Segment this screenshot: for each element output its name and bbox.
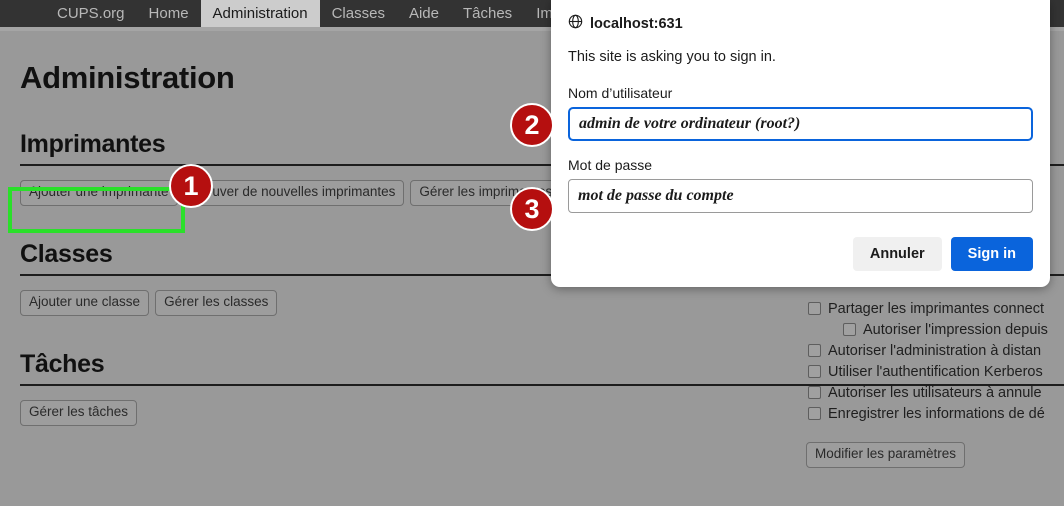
annotation-badge-2: 2	[510, 103, 554, 147]
manage-classes-button[interactable]: Gérer les classes	[155, 289, 278, 316]
globe-icon	[568, 14, 583, 33]
dialog-origin-label: localhost:631	[590, 15, 683, 32]
annotation-badge-3: 3	[510, 187, 554, 231]
checkbox-icon[interactable]	[843, 323, 856, 336]
nav-item-home[interactable]: Home	[137, 0, 201, 27]
nav-item-taches[interactable]: Tâches	[451, 0, 524, 27]
change-settings-button[interactable]: Modifier les paramètres	[806, 442, 966, 468]
cancel-button[interactable]: Annuler	[852, 237, 942, 271]
nav-item-label: Tâches	[462, 5, 513, 22]
signin-dialog: localhost:631 This site is asking you to…	[551, 0, 1050, 287]
checkbox-label: Autoriser les utilisateurs à annule	[828, 384, 1042, 401]
checkbox-icon[interactable]	[808, 386, 821, 399]
nav-item-administration[interactable]: Administration	[200, 0, 320, 27]
dialog-origin: localhost:631	[568, 14, 1033, 33]
checkbox-icon[interactable]	[808, 365, 821, 378]
checkbox-row-users-cancel-jobs[interactable]: Autoriser les utilisateurs à annule	[808, 382, 1064, 403]
checkbox-icon[interactable]	[808, 344, 821, 357]
dialog-prompt-text: This site is asking you to sign in.	[568, 49, 776, 65]
nav-item-label: Home	[148, 5, 189, 22]
checkbox-label: Autoriser l'administration à distan	[828, 342, 1042, 359]
annotation-badge-1: 1	[169, 164, 213, 208]
checkbox-label: Utiliser l'authentification Kerberos	[828, 363, 1043, 380]
add-printer-button[interactable]: Ajouter une imprimante	[20, 180, 178, 206]
nav-item-label: Aide	[408, 5, 439, 22]
password-input[interactable]	[568, 179, 1033, 213]
checkbox-label: Autoriser l'impression depuis	[863, 321, 1048, 338]
nav-item-label: Administration	[212, 5, 308, 22]
checkbox-label: Partager les imprimantes connect	[828, 300, 1044, 317]
field-spacer	[568, 141, 1033, 157]
password-label: Mot de passe	[568, 157, 653, 173]
signin-button[interactable]: Sign in	[950, 237, 1033, 271]
checkbox-label: Enregistrer les informations de dé	[828, 405, 1045, 422]
username-input[interactable]	[568, 107, 1033, 141]
checkbox-row-save-debug-info[interactable]: Enregistrer les informations de dé	[808, 403, 1064, 424]
manage-jobs-button[interactable]: Gérer les tâches	[20, 399, 138, 426]
username-label: Nom d’utilisateur	[568, 85, 673, 101]
find-new-printers-button[interactable]: Trouver de nouvelles imprimantes	[183, 180, 405, 206]
nav-item-aide[interactable]: Aide	[397, 0, 451, 27]
checkbox-icon[interactable]	[808, 407, 821, 420]
server-settings-checkbox-group: Partager les imprimantes connect Autoris…	[808, 298, 1064, 424]
checkbox-row-remote-administration[interactable]: Autoriser l'administration à distan	[808, 340, 1064, 361]
checkbox-row-kerberos-auth[interactable]: Utiliser l'authentification Kerberos	[808, 361, 1064, 382]
dialog-action-row: Annuler Sign in	[568, 237, 1033, 271]
nav-item-cups-org[interactable]: CUPS.org	[45, 0, 137, 27]
add-class-button[interactable]: Ajouter une classe	[20, 289, 150, 316]
checkbox-row-share-printers[interactable]: Partager les imprimantes connect	[808, 298, 1064, 319]
checkbox-icon[interactable]	[808, 302, 821, 315]
nav-item-label: CUPS.org	[57, 5, 125, 22]
nav-item-label: Classes	[331, 5, 385, 22]
nav-item-classes[interactable]: Classes	[320, 0, 397, 27]
checkbox-row-allow-printing-from[interactable]: Autoriser l'impression depuis	[808, 319, 1064, 340]
